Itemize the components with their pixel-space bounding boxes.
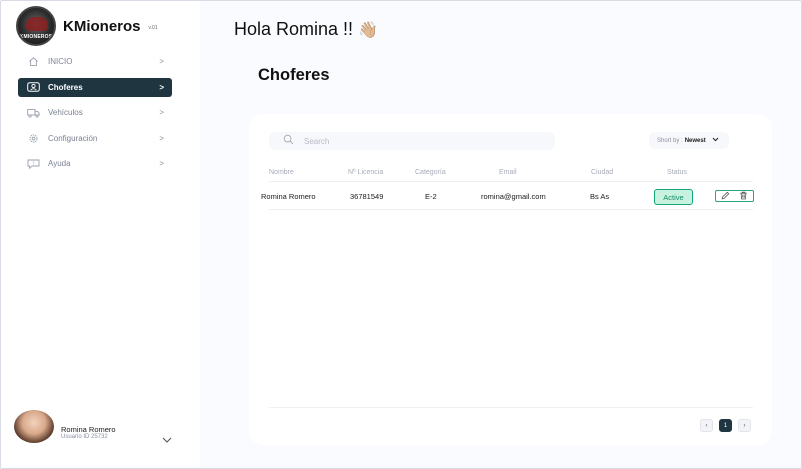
sidebar-item-configuracion[interactable]: Configuración > <box>18 129 172 148</box>
pagination: ‹ 1 › <box>700 419 757 432</box>
sidebar-item-label: Vehículos <box>48 108 83 117</box>
sort-label: Short by : <box>657 137 683 144</box>
chevron-down-icon[interactable] <box>162 430 172 448</box>
pagination-next-button[interactable]: › <box>738 419 751 432</box>
pagination-page-1[interactable]: 1 <box>719 419 732 432</box>
chevron-right-icon: > <box>159 108 164 117</box>
pagination-prev-button[interactable]: ‹ <box>700 419 713 432</box>
status-badge: Active <box>654 189 693 205</box>
gear-icon <box>26 132 40 144</box>
drivers-table-card: Short by : Newest Nombre Nº Licencia Cat… <box>249 114 772 445</box>
sidebar-item-inicio[interactable]: INICIO > <box>18 52 172 71</box>
greeting: Hola Romina !! 👋🏼 <box>234 19 378 40</box>
column-header-ciudad[interactable]: Ciudad <box>591 169 613 176</box>
chevron-right-icon: > <box>159 159 164 168</box>
sort-value: Newest <box>684 137 706 144</box>
waving-hand-icon: 👋🏼 <box>358 21 378 39</box>
brand-name: KMioneros <box>63 17 141 35</box>
chevron-right-icon: > <box>159 133 164 143</box>
footer-divider <box>269 407 753 408</box>
search-icon <box>283 132 294 150</box>
cell-categoria: E-2 <box>425 192 437 201</box>
cell-licencia: 36781549 <box>350 192 384 201</box>
search-bar[interactable] <box>269 132 555 150</box>
user-id: Usuario ID 25732 <box>61 434 108 440</box>
cell-ciudad: Bs As <box>590 192 610 201</box>
column-header-status[interactable]: Status <box>667 169 687 176</box>
header-divider <box>269 181 753 182</box>
column-header-licencia[interactable]: Nº Licencia <box>348 169 383 176</box>
row-actions <box>715 190 754 202</box>
truck-icon <box>26 107 40 119</box>
chevron-right-icon: > <box>159 57 164 66</box>
search-input[interactable] <box>304 136 524 146</box>
page-title: Choferes <box>258 66 330 84</box>
sort-dropdown[interactable]: Short by : Newest <box>649 132 729 149</box>
help-chat-icon: ? <box>26 158 40 170</box>
trash-icon[interactable] <box>739 187 748 205</box>
column-header-categoria[interactable]: Categoría <box>415 169 446 176</box>
sidebar-item-vehiculos[interactable]: Vehículos > <box>18 103 172 122</box>
home-icon <box>26 56 40 68</box>
logo-text: KMIONEROS <box>19 34 53 40</box>
row-divider <box>269 209 753 210</box>
sidebar-item-label: INICIO <box>48 57 73 66</box>
edit-pencil-icon[interactable] <box>721 187 730 205</box>
sidebar-item-label: Choferes <box>48 82 83 92</box>
chevron-down-icon <box>712 137 719 144</box>
column-header-nombre[interactable]: Nombre <box>269 169 294 176</box>
user-name: Romina Romero <box>61 425 116 434</box>
user-profile[interactable]: Romina Romero Usuario ID 25732 <box>14 410 186 446</box>
sidebar-item-choferes[interactable]: Choferes > <box>18 77 172 97</box>
sidebar-nav: INICIO > Choferes > Vehículos > Configur… <box>18 52 172 180</box>
kmioneros-logo: KMIONEROS <box>16 6 56 46</box>
sidebar: KMIONEROS KMioneros v.01 INICIO > Chofer… <box>0 0 200 469</box>
cell-nombre: Romina Romero <box>261 192 316 201</box>
sidebar-item-label: Ayuda <box>48 159 71 168</box>
sidebar-item-label: Configuración <box>48 133 98 143</box>
sidebar-item-ayuda[interactable]: ? Ayuda > <box>18 154 172 173</box>
chevron-right-icon: > <box>159 82 164 92</box>
brand[interactable]: KMIONEROS KMioneros v.01 <box>16 6 158 46</box>
cell-email: romina@gmail.com <box>481 192 546 201</box>
motorcycle-emblem-icon <box>26 17 48 31</box>
greeting-text: Hola Romina !! <box>234 19 354 39</box>
driver-card-icon <box>26 81 40 93</box>
column-header-email[interactable]: Email <box>499 169 517 176</box>
brand-version: v.01 <box>148 24 158 31</box>
avatar <box>14 410 54 443</box>
